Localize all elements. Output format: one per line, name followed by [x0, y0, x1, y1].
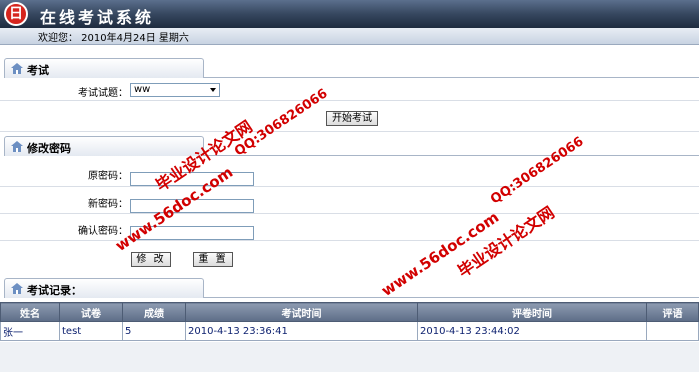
records-section-tab: 考试记录：: [4, 278, 204, 298]
app-header: 日 在线考试系统: [0, 0, 699, 28]
table-row: 张一 test 5 2010-4-13 23:36:41 2010-4-13 2…: [0, 321, 699, 341]
column-header: 评语: [646, 302, 699, 322]
exam-paper-row: 考试试题：: [0, 78, 699, 101]
password-section-tab: 修改密码: [4, 136, 204, 156]
password-section-header: 修改密码: [0, 136, 699, 156]
exam-section-title: 考试: [27, 64, 49, 77]
records-footer-area: [0, 342, 699, 372]
new-password-row: 新密码：: [0, 187, 699, 214]
table-header-row: 姓名 试卷 成绩 考试时间 评卷时间 评语: [0, 302, 699, 322]
reset-button[interactable]: 重 置: [193, 252, 233, 267]
confirm-password-row: 确认密码：: [0, 214, 699, 241]
paper-select-value: ww: [134, 84, 151, 95]
records-section-title: 考试记录：: [27, 284, 82, 297]
welcome-bar: 欢迎您： 2010年4月24日 星期六: [0, 28, 699, 45]
table-cell: 2010-4-13 23:44:02: [417, 321, 647, 341]
password-section-title: 修改密码: [27, 142, 71, 155]
edit-password-button[interactable]: 修 改: [131, 252, 171, 267]
paper-select[interactable]: ww: [130, 83, 220, 97]
house-icon: [11, 63, 23, 74]
new-password-label: 新密码：: [88, 199, 128, 210]
old-password-label: 原密码：: [88, 171, 128, 182]
welcome-text: 欢迎您： 2010年4月24日 星期六: [38, 33, 189, 44]
exam-section-tab: 考试: [4, 58, 204, 78]
old-password-row: 原密码：: [0, 160, 699, 187]
exam-section-header: 考试: [0, 58, 699, 78]
column-header: 姓名: [0, 302, 60, 322]
start-exam-button[interactable]: 开始考试: [326, 111, 378, 126]
records-table: 姓名 试卷 成绩 考试时间 评卷时间 评语 张一 test 5 2010-4-1…: [0, 302, 699, 341]
column-header: 评卷时间: [417, 302, 647, 322]
records-section-header: 考试记录：: [0, 278, 699, 298]
paper-label: 考试试题：: [78, 88, 128, 99]
column-header: 考试时间: [185, 302, 418, 322]
table-cell: 2010-4-13 23:36:41: [185, 321, 418, 341]
table-cell: [646, 321, 699, 341]
house-icon: [11, 141, 23, 152]
column-header: 试卷: [59, 302, 123, 322]
app-logo: 日: [4, 2, 28, 26]
section-divider: [204, 155, 699, 156]
table-cell: test: [59, 321, 123, 341]
table-cell: 张一: [0, 321, 60, 341]
chevron-down-icon: [210, 88, 216, 92]
table-cell: 5: [122, 321, 186, 341]
section-divider: [204, 297, 699, 298]
house-icon: [11, 283, 23, 294]
column-header: 成绩: [122, 302, 186, 322]
app-title: 在线考试系统: [40, 8, 155, 27]
